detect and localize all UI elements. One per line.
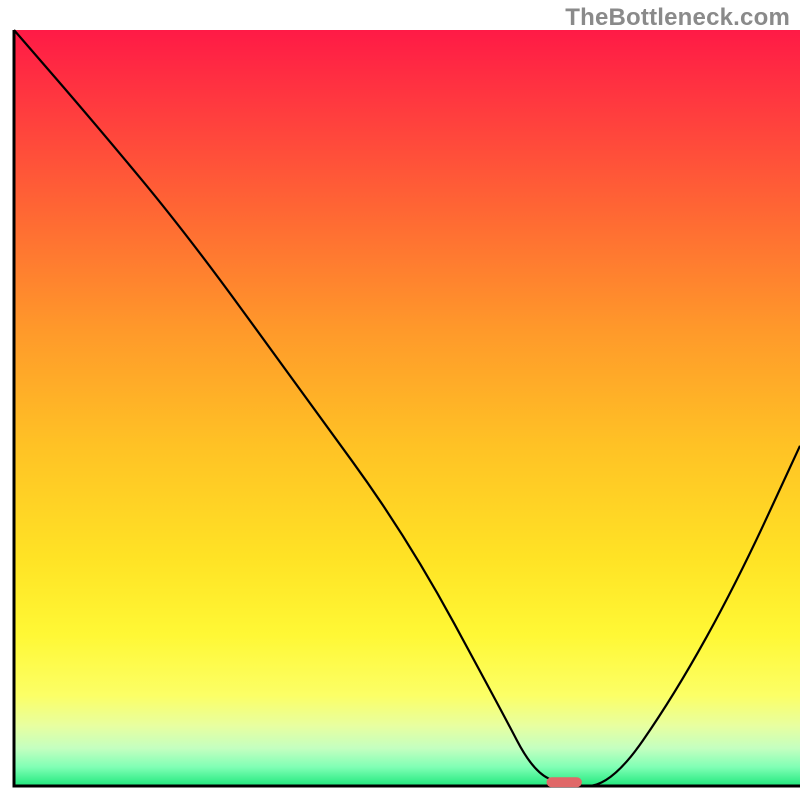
plot-background (14, 30, 800, 786)
optimal-marker (547, 777, 582, 787)
bottleneck-plot (0, 0, 800, 800)
chart-frame: TheBottleneck.com (0, 0, 800, 800)
watermark-text: TheBottleneck.com (565, 4, 790, 32)
